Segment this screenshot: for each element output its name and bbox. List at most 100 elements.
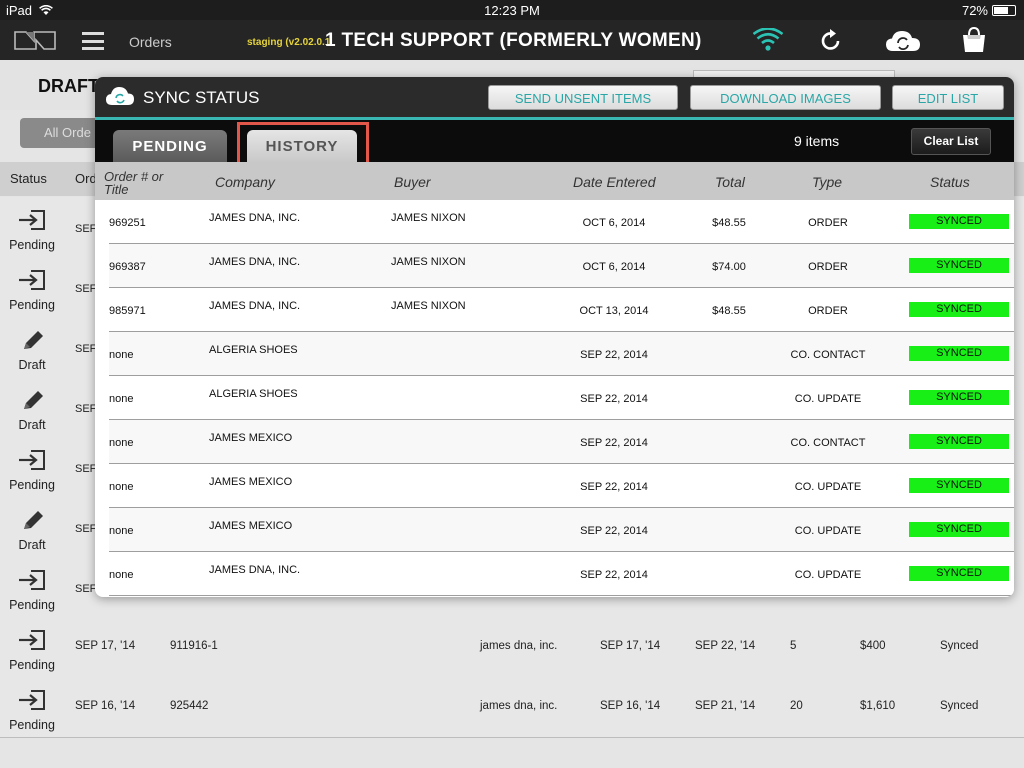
orders-nav-link[interactable]: Orders <box>129 34 172 50</box>
sync-date: SEP 22, 2014 <box>580 569 648 581</box>
order-status-label: Pending <box>9 478 55 492</box>
submit-icon <box>18 269 46 291</box>
sync-order: 985971 <box>109 305 146 317</box>
sync-type: CO. UPDATE <box>794 393 862 405</box>
sync-row[interactable]: none ALGERIA SHOES SEP 22, 2014 CO. UPDATE S… <box>109 376 1014 420</box>
send-unsent-items-button[interactable]: SEND UNSENT ITEMS <box>488 85 678 110</box>
sync-type: ORDER <box>808 217 848 229</box>
sync-row[interactable]: 969387 JAMES DNA, INC. JAMES NIXON OCT 6, 2… <box>109 244 1014 288</box>
sync-row[interactable]: none JAMES MEXICO SEP 22, 2014 CO. UPDATE SY… <box>109 508 1014 552</box>
sync-order: none <box>109 393 134 405</box>
submit-icon <box>18 569 46 591</box>
order-status-label: Pending <box>9 658 55 672</box>
battery-icon <box>992 5 1016 16</box>
sync-row[interactable]: 985971 JAMES DNA, INC. JAMES NIXON OCT 13, … <box>109 288 1014 332</box>
app-logo-icon[interactable] <box>14 28 56 50</box>
order-date: SEP 16, '14 <box>75 700 136 712</box>
col-type: Type <box>812 174 843 190</box>
sync-type: CO. UPDATE <box>794 569 862 581</box>
order-status-label: Pending <box>9 598 55 612</box>
sync-row[interactable]: none JAMES MEXICO SEP 22, 2014 CO. UPDATE SY… <box>109 464 1014 508</box>
col-order[interactable]: Ord <box>75 171 97 186</box>
sync-order: 969387 <box>109 261 146 273</box>
sync-order: none <box>109 437 134 449</box>
cloud-sync-icon[interactable] <box>885 29 921 53</box>
sync-company: JAMES DNA, INC. <box>209 212 301 224</box>
order-qty: 20 <box>790 700 803 712</box>
order-qty: 5 <box>790 640 797 652</box>
col-total: Total <box>715 174 745 190</box>
download-images-button[interactable]: DOWNLOAD IMAGES <box>690 85 881 110</box>
sync-type: CO. UPDATE <box>794 525 862 537</box>
sync-type: CO. CONTACT <box>790 437 866 449</box>
sync-status: SYNCED <box>909 390 1009 405</box>
order-sync: Synced <box>940 700 979 712</box>
sync-total: $48.55 <box>712 217 746 229</box>
order-date-partial: SEF <box>75 223 97 235</box>
clear-list-button[interactable]: Clear List <box>911 128 991 155</box>
sync-status: SYNCED <box>909 258 1009 273</box>
col-buyer: Buyer <box>394 174 431 190</box>
tab-bar: PENDING HISTORY <box>95 120 1014 162</box>
sync-order: none <box>109 525 134 537</box>
battery-indicator: 72% <box>962 3 1016 18</box>
order-row[interactable]: Pending SEP 17, '14 911916-1 james dna, inc… <box>0 617 1024 678</box>
sync-order: none <box>109 349 134 361</box>
sync-row[interactable]: 969251 JAMES DNA, INC. JAMES NIXON OCT 6, 2… <box>109 200 1014 244</box>
order-sync: Synced <box>940 640 979 652</box>
sync-date: SEP 22, 2014 <box>580 525 648 537</box>
edit-list-button[interactable]: EDIT LIST <box>892 85 1004 110</box>
col-date-entered: Date Entered <box>573 174 656 190</box>
order-company: james dna, inc. <box>480 700 558 712</box>
order-status-label: Pending <box>9 718 55 732</box>
col-order-line2: Title <box>104 182 129 197</box>
order-status-label: Pending <box>9 298 55 312</box>
tab-pending[interactable]: PENDING <box>113 130 227 162</box>
order-date-partial: SEF <box>75 343 97 355</box>
item-count: 9 items <box>794 133 840 149</box>
sync-company: JAMES DNA, INC. <box>209 256 301 268</box>
sync-date: OCT 6, 2014 <box>582 217 646 229</box>
order-date-partial: SEF <box>75 523 97 535</box>
order-date: SEP 17, '14 <box>75 640 136 652</box>
order-row[interactable]: Pending SEP 16, '14 925442 james dna, inc. S… <box>0 677 1024 738</box>
sync-status: SYNCED <box>909 434 1009 449</box>
col-status[interactable]: Status <box>10 171 47 186</box>
pencil-icon <box>18 329 46 351</box>
order-ship: SEP 22, '14 <box>695 640 756 652</box>
sync-row[interactable]: none JAMES MEXICO SEP 22, 2014 CO. CONTACT S… <box>109 420 1014 464</box>
sync-type: ORDER <box>808 305 848 317</box>
dialog-title: SYNC STATUS <box>143 88 260 107</box>
sync-type: CO. UPDATE <box>794 481 862 493</box>
sync-order: none <box>109 569 134 581</box>
sync-date: SEP 22, 2014 <box>580 349 648 361</box>
sync-status: SYNCED <box>909 566 1009 581</box>
order-date-partial: SEF <box>75 403 97 415</box>
staging-version: staging (v2.02.0.1 <box>247 37 331 48</box>
ios-status-bar: iPad 12:23 PM 72% <box>0 0 1024 20</box>
order-order: 911916-1 <box>170 640 218 652</box>
sync-row[interactable]: none JAMES DNA, INC. SEP 22, 2014 CO. UPDAT… <box>109 552 1014 596</box>
order-total: $400 <box>860 640 886 652</box>
order-date-partial: SEF <box>75 583 97 595</box>
sync-company: ALGERIA SHOES <box>209 344 298 356</box>
order-order: 925442 <box>170 700 209 712</box>
sync-row[interactable]: none ALGERIA SHOES SEP 22, 2014 CO. CONTACT… <box>109 332 1014 376</box>
menu-icon[interactable] <box>82 32 104 50</box>
sync-date: SEP 22, 2014 <box>580 437 648 449</box>
sync-total: $74.00 <box>712 261 746 273</box>
order-status-label: Draft <box>18 358 46 372</box>
pencil-icon <box>18 509 46 531</box>
shopping-bag-icon[interactable] <box>960 27 988 53</box>
order-status-label: Draft <box>18 418 46 432</box>
pencil-icon <box>18 389 46 411</box>
sync-company: JAMES DNA, INC. <box>209 564 301 576</box>
sync-status-dialog: SYNC STATUS SEND UNSENT ITEMS DOWNLOAD I… <box>95 77 1014 597</box>
dialog-header: SYNC STATUS SEND UNSENT ITEMS DOWNLOAD I… <box>95 77 1014 117</box>
sync-company: ALGERIA SHOES <box>209 388 298 400</box>
wifi-icon[interactable] <box>753 28 783 52</box>
sync-company: JAMES DNA, INC. <box>209 300 301 312</box>
order-date-partial: SEF <box>75 283 97 295</box>
order-status-label: Pending <box>9 238 55 252</box>
refresh-icon[interactable] <box>820 28 842 52</box>
